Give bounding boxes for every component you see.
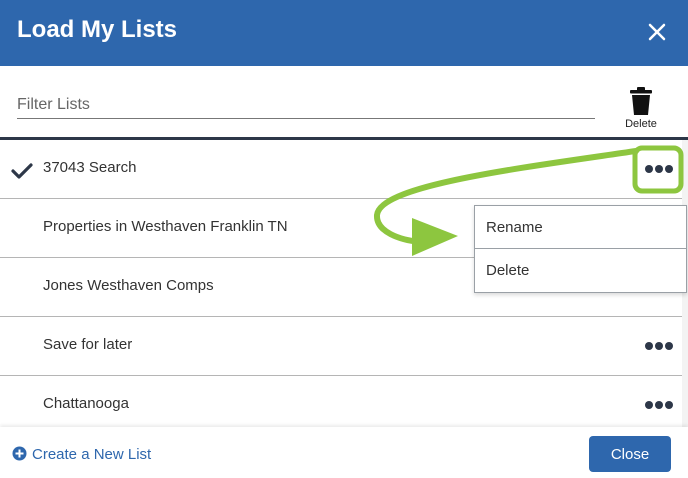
dialog-footer: Create a New List Close [0, 427, 688, 478]
dialog-title: Load My Lists [17, 16, 178, 43]
delete-menu-label: Delete [486, 262, 530, 279]
list-item-label: Chattanooga [43, 395, 129, 412]
rename-menu-item[interactable]: Rename [475, 206, 686, 249]
more-options-icon[interactable] [644, 339, 674, 353]
checkmark-icon [11, 163, 33, 179]
more-options-icon[interactable] [644, 162, 674, 176]
list-item-label: 37043 Search [43, 159, 137, 176]
delete-list-button[interactable]: Delete [618, 86, 664, 134]
create-new-list-label: Create a New List [32, 446, 152, 463]
delete-menu-item[interactable]: Delete [475, 249, 686, 292]
filter-bar [0, 66, 688, 138]
create-new-list-link[interactable]: Create a New List [12, 446, 151, 463]
context-menu: Rename Delete [474, 205, 687, 293]
list-item[interactable]: Chattanooga [0, 376, 682, 427]
list-item-label: Properties in Westhaven Franklin TN [43, 218, 288, 235]
more-options-icon[interactable] [644, 398, 674, 412]
dialog-header: Load My Lists [0, 0, 688, 66]
list-item-label: Jones Westhaven Comps [43, 277, 214, 294]
delete-label: Delete [625, 118, 657, 130]
close-button[interactable]: Close [589, 436, 671, 472]
list-item[interactable]: 37043 Search [0, 140, 682, 199]
trash-icon [630, 87, 652, 115]
list-item[interactable]: Save for later [0, 317, 682, 376]
filter-lists-input[interactable] [17, 92, 595, 119]
close-icon[interactable] [640, 15, 674, 49]
list-item-label: Save for later [43, 336, 133, 353]
rename-label: Rename [486, 219, 543, 236]
plus-circle-icon [12, 446, 27, 461]
